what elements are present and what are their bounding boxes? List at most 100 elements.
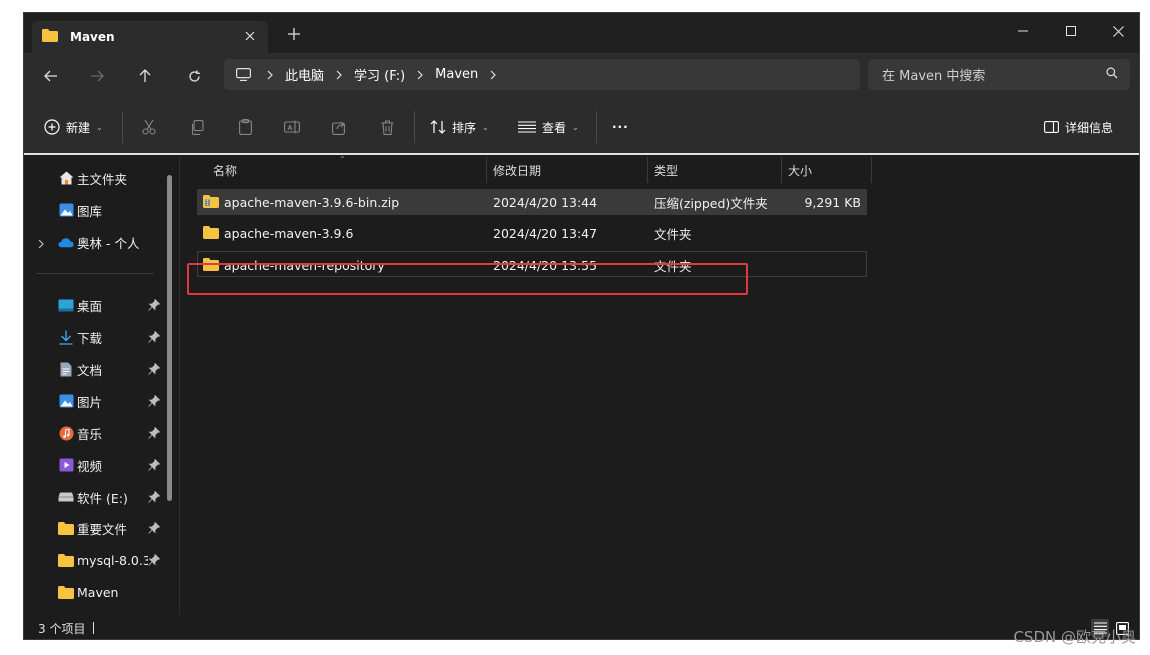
- sidebar-item-label: 软件 (E:): [77, 490, 128, 506]
- refresh-icon[interactable]: [185, 67, 203, 85]
- chevron-right-icon: [334, 70, 344, 80]
- sort-button[interactable]: 排序 ⌄: [430, 117, 489, 137]
- table-row[interactable]: apache-maven-3.9.6-bin.zip 2024/4/20 13:…: [197, 189, 867, 215]
- zip-folder-icon: [203, 195, 219, 209]
- new-tab-icon[interactable]: [286, 26, 302, 42]
- column-divider[interactable]: [486, 157, 487, 183]
- column-divider[interactable]: [647, 157, 648, 183]
- sort-label: 排序: [452, 120, 477, 135]
- share-icon[interactable]: [330, 118, 348, 136]
- cut-icon[interactable]: [140, 118, 158, 136]
- minimize-icon[interactable]: [1008, 19, 1038, 43]
- column-divider[interactable]: [871, 157, 872, 183]
- sidebar-divider: [36, 273, 154, 274]
- maximize-icon[interactable]: [1056, 19, 1086, 43]
- file-list: ⌃ 名称 修改日期 类型 大小 apache-maven-3.9.6-bin.z…: [181, 155, 1139, 615]
- sidebar-item-label: 重要文件: [77, 521, 128, 537]
- music-icon: [58, 425, 74, 441]
- pin-icon[interactable]: [148, 458, 161, 471]
- file-name-cell: apache-maven-3.9.6: [203, 220, 353, 246]
- up-arrow-icon[interactable]: [136, 67, 154, 85]
- file-explorer-window: Maven 此电脑 学习 (F:) Maven 在 Maven 中搜索 新建 ⌄…: [23, 12, 1140, 640]
- sidebar-item-label: 音乐: [77, 426, 103, 442]
- sidebar-item-desktop[interactable]: 桌面: [58, 294, 102, 316]
- close-tab-icon[interactable]: [242, 28, 258, 44]
- pin-icon[interactable]: [148, 521, 161, 534]
- red-highlight-annotation: [187, 263, 748, 295]
- search-icon[interactable]: [1106, 67, 1118, 83]
- sidebar-item-pictures[interactable]: 图片: [58, 390, 102, 412]
- sidebar-item-videos[interactable]: 视频: [58, 454, 102, 476]
- file-name: apache-maven-3.9.6: [224, 225, 354, 241]
- breadcrumb-maven[interactable]: Maven: [435, 67, 478, 82]
- drive-icon: [58, 489, 74, 505]
- chevron-down-icon: ⌄: [572, 122, 579, 132]
- pin-icon[interactable]: [148, 490, 161, 503]
- sidebar-item-mysql[interactable]: mysql-8.0.36: [58, 549, 148, 571]
- divider: [122, 111, 123, 143]
- sidebar-item-maven[interactable]: Maven: [58, 581, 118, 603]
- sidebar-scrollbar[interactable]: [167, 175, 172, 501]
- sidebar-item-documents[interactable]: 文档: [58, 358, 102, 380]
- close-window-icon[interactable]: [1103, 19, 1133, 43]
- sidebar-item-label: 图片: [77, 394, 103, 410]
- breadcrumb-drive-f[interactable]: 学习 (F:): [354, 65, 405, 84]
- delete-icon[interactable]: [378, 118, 396, 136]
- sidebar-item-label: 主文件夹: [77, 171, 128, 187]
- search-input[interactable]: 在 Maven 中搜索: [868, 59, 1130, 90]
- chevron-right-icon: [415, 70, 425, 80]
- more-label: ···: [612, 120, 629, 134]
- rename-icon[interactable]: [283, 118, 301, 136]
- folder-icon: [58, 520, 74, 536]
- document-icon: [58, 361, 74, 377]
- forward-arrow-icon[interactable]: [88, 67, 106, 85]
- home-icon: [58, 170, 74, 186]
- pin-icon[interactable]: [148, 426, 161, 439]
- sidebar-item-important-files[interactable]: 重要文件: [58, 517, 127, 539]
- column-header-name[interactable]: 名称: [213, 157, 237, 183]
- sidebar-item-music[interactable]: 音乐: [58, 422, 102, 444]
- sidebar-item-label: 文档: [77, 362, 103, 378]
- details-label: 详细信息: [1065, 120, 1114, 135]
- details-pane-button[interactable]: 详细信息: [1044, 117, 1113, 137]
- table-row[interactable]: apache-maven-3.9.6 2024/4/20 13:47 文件夹: [197, 220, 867, 246]
- file-name: apache-maven-3.9.6-bin.zip: [224, 194, 400, 210]
- pin-icon[interactable]: [148, 553, 161, 566]
- csdn-watermark: CSDN @欧克小奥: [1013, 628, 1136, 646]
- file-modified: 2024/4/20 13:44: [493, 194, 598, 210]
- sidebar-item-downloads[interactable]: 下载: [58, 326, 102, 348]
- chevron-down-icon: ⌄: [482, 122, 489, 132]
- sidebar-item-onedrive[interactable]: 奥林 - 个人: [58, 231, 139, 253]
- command-bar: 新建 ⌄ 排序 ⌄ 查看 ⌄ ··· 详细信息: [24, 99, 1139, 155]
- more-options-button[interactable]: ···: [612, 117, 629, 137]
- pin-icon[interactable]: [148, 362, 161, 375]
- copy-icon[interactable]: [188, 118, 206, 136]
- address-bar[interactable]: 此电脑 学习 (F:) Maven: [224, 59, 860, 90]
- column-header-type[interactable]: 类型: [654, 157, 678, 183]
- tab-maven[interactable]: Maven: [32, 21, 268, 53]
- sort-arrows-icon: [430, 120, 446, 134]
- column-header-modified[interactable]: 修改日期: [493, 157, 541, 183]
- view-label: 查看: [542, 120, 567, 135]
- view-button[interactable]: 查看 ⌄: [518, 117, 579, 137]
- breadcrumb-this-pc[interactable]: 此电脑: [285, 65, 324, 84]
- file-name-cell: apache-maven-3.9.6-bin.zip: [203, 189, 399, 215]
- sidebar-item-label: 图库: [77, 203, 103, 219]
- sidebar-item-drive-e[interactable]: 软件 (E:): [58, 486, 128, 508]
- sidebar-item-gallery[interactable]: 图库: [58, 199, 102, 221]
- sort-ascending-icon: ⌃: [339, 155, 346, 164]
- pin-icon[interactable]: [148, 394, 161, 407]
- column-divider[interactable]: [781, 157, 782, 183]
- navigation-pane: 主文件夹 图库 奥林 - 个人 桌面 下载 文档 图片 音乐 视频 软件 (E:…: [24, 157, 180, 615]
- sidebar-item-home[interactable]: 主文件夹: [58, 167, 127, 189]
- chevron-right-icon[interactable]: [488, 70, 498, 80]
- back-arrow-icon[interactable]: [42, 67, 60, 85]
- pin-icon[interactable]: [148, 298, 161, 311]
- paste-icon[interactable]: [236, 118, 254, 136]
- sidebar-item-label: 视频: [77, 458, 103, 474]
- pin-icon[interactable]: [148, 330, 161, 343]
- column-header-size[interactable]: 大小: [788, 157, 812, 183]
- sidebar-item-label: 下载: [77, 330, 103, 346]
- chevron-right-icon[interactable]: [38, 237, 44, 252]
- new-button[interactable]: 新建 ⌄: [44, 117, 103, 137]
